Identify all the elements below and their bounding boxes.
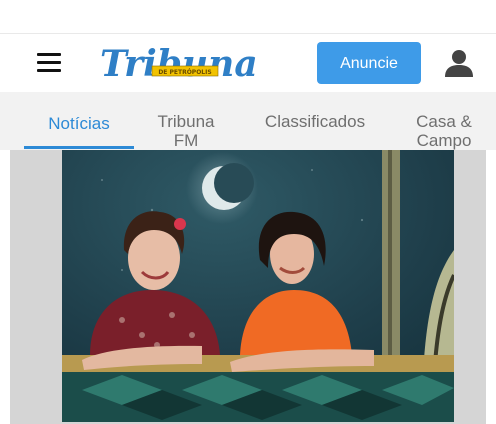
news-photo-graphic (62, 150, 454, 422)
user-icon[interactable] (442, 46, 476, 80)
section-tabs: Notícias Tribuna FM Classificados Casa &… (0, 92, 496, 150)
tab-label-line1: Tribuna (157, 112, 215, 131)
tab-label: Classificados (264, 112, 366, 131)
tab-noticias[interactable]: Notícias (24, 114, 134, 133)
tab-label-line2: FM (173, 131, 199, 150)
tab-label: Notícias (48, 114, 110, 133)
app-page: Tribuna DE PETRÓPOLIS Anuncie Notícias T… (0, 0, 496, 424)
logo-subtext: DE PETRÓPOLIS (158, 69, 211, 76)
tab-casa-campo[interactable]: Casa & Campo (405, 112, 483, 150)
tribuna-logo[interactable]: Tribuna DE PETRÓPOLIS (96, 38, 258, 88)
tab-tribuna-fm[interactable]: Tribuna FM (146, 112, 226, 150)
tab-label-line2: Campo (416, 131, 472, 150)
news-photo-image[interactable] (62, 150, 454, 422)
tab-label-line1: Casa & (416, 112, 472, 131)
site-header: Tribuna DE PETRÓPOLIS Anuncie (0, 34, 496, 92)
tab-classificados[interactable]: Classificados (252, 112, 378, 131)
active-tab-indicator (24, 146, 134, 149)
logo-graphic: Tribuna DE PETRÓPOLIS (100, 43, 258, 85)
hamburger-menu-icon[interactable] (37, 52, 61, 74)
anuncie-button[interactable]: Anuncie (317, 42, 421, 84)
logo-wordmark: Tribuna (100, 43, 256, 85)
